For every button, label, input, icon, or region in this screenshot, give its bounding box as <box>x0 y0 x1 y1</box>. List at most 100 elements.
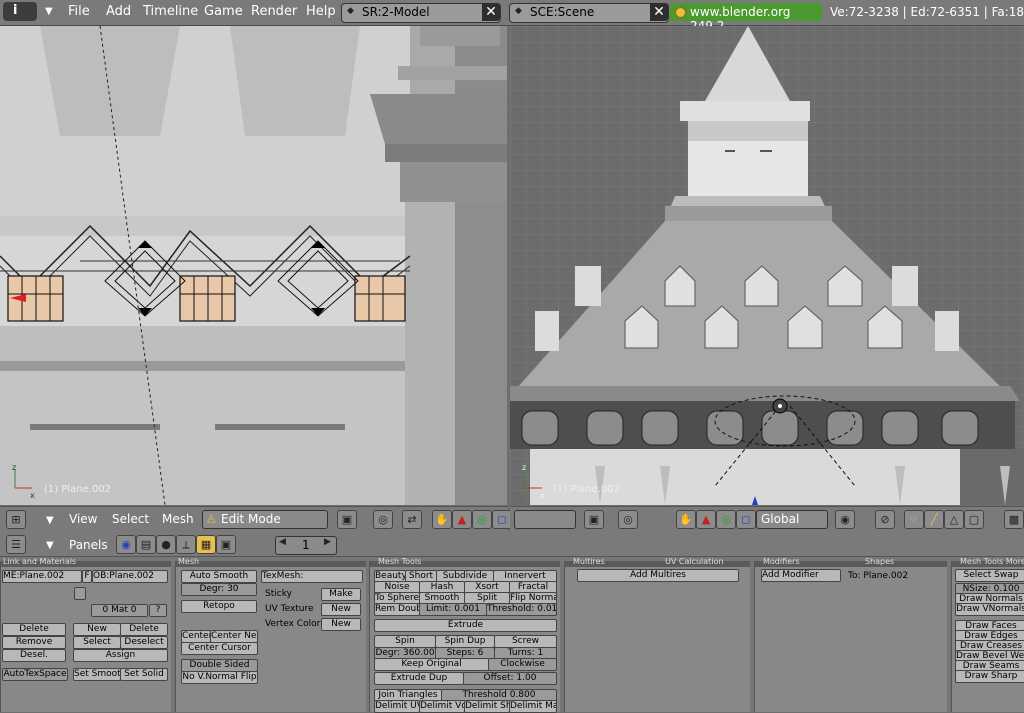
scene-selector[interactable]: ◆ SCE:Scene ✕ <box>509 3 669 23</box>
select-swap-button[interactable]: Select Swap <box>955 569 1024 582</box>
draw-sharp-toggle[interactable]: Draw Sharp <box>955 670 1024 683</box>
vertex-color-label: Vertex Color <box>265 619 321 629</box>
sticky-make-button[interactable]: Make <box>321 588 361 601</box>
object-context-icon[interactable]: ⟂ <box>176 535 196 554</box>
collapse-header-icon[interactable]: ▼ <box>46 515 54 526</box>
delimit-sha-toggle[interactable]: Delimit Sha <box>464 700 510 713</box>
vgroup-remove-button[interactable]: Remove <box>2 636 66 649</box>
menu-game[interactable]: Game <box>204 4 243 19</box>
autotexspace-toggle[interactable]: AutoTexSpace <box>2 668 68 681</box>
offset-field[interactable]: Offset: 1.00 <box>463 672 557 685</box>
menu-panels[interactable]: Panels <box>69 538 108 552</box>
menu-help[interactable]: Help <box>306 4 336 19</box>
fake-user-toggle[interactable]: F <box>82 570 92 583</box>
material-delete-button[interactable]: Delete <box>120 623 168 636</box>
collapse-menu-icon[interactable]: ▼ <box>45 6 53 17</box>
manipulator-icon[interactable]: ⇄ <box>402 510 422 529</box>
rem-doubles-button[interactable]: Rem Doubl <box>374 603 420 616</box>
vgroup-delete-button[interactable]: Delete <box>2 623 66 636</box>
object-name-field[interactable]: OB:Plane.002 <box>92 570 168 583</box>
no-vnormal-flip-toggle[interactable]: No V.Normal Flip <box>181 671 258 684</box>
texmesh-field[interactable]: TexMesh: <box>261 570 363 583</box>
proportional-edit-icon[interactable]: ◉ <box>835 510 855 529</box>
scene-context-icon[interactable]: ▣ <box>216 535 236 554</box>
delimit-ma-toggle[interactable]: Delimit Ma <box>509 700 557 713</box>
auto-smooth-toggle[interactable]: Auto Smooth <box>181 570 257 583</box>
delimit-uv-toggle[interactable]: Delimit UV <box>374 700 420 713</box>
view-dropdown[interactable] <box>514 510 576 529</box>
menu-render[interactable]: Render <box>251 4 297 19</box>
screen-selector[interactable]: ◆ SR:2-Model ✕ <box>341 3 501 23</box>
svg-text:z: z <box>12 463 16 472</box>
occlude-icon[interactable]: ▢ <box>964 510 984 529</box>
translate-widget-icon[interactable]: ◎ <box>472 510 492 529</box>
buttons-window-type-icon[interactable]: ☰ <box>6 535 26 554</box>
material-deselect-button[interactable]: Deselect <box>120 636 168 649</box>
material-new-button[interactable]: New <box>73 623 121 636</box>
rotate-widget-icon[interactable]: ▲ <box>696 510 716 529</box>
pivot-icon[interactable]: ◎ <box>618 510 638 529</box>
mode-selector[interactable]: ◬ Edit Mode <box>202 510 328 529</box>
edit-mode-icon: ◬ <box>207 511 216 524</box>
set-smooth-button[interactable]: Set Smoot <box>73 668 121 681</box>
menu-select[interactable]: Select <box>112 512 149 526</box>
buttons-header: ☰ ▼ Panels ◉ ▤ ● ⟂ ▦ ▣ ◀ 1 ▶ <box>0 531 1024 557</box>
hand-icon[interactable]: ✋ <box>676 510 696 529</box>
snap-icon[interactable]: ⊘ <box>875 510 895 529</box>
editing-context-icon[interactable]: ▦ <box>196 535 216 554</box>
logic-context-icon[interactable]: ◉ <box>116 535 136 554</box>
center-cursor-button[interactable]: Center Cursor <box>181 642 258 655</box>
left-viewport-scene: z x <box>0 26 507 505</box>
close-scene-icon[interactable]: ✕ <box>650 3 668 21</box>
menu-add[interactable]: Add <box>106 4 131 19</box>
shading-context-icon[interactable]: ● <box>156 535 176 554</box>
vgroup-deselect-button[interactable]: Desel. <box>2 649 66 662</box>
menu-view[interactable]: View <box>69 512 97 526</box>
vertex-select-icon[interactable]: ⁘ <box>904 510 924 529</box>
view3d-window-type-icon[interactable]: ⊞ <box>6 510 26 529</box>
extrude-button[interactable]: Extrude <box>374 619 557 632</box>
delimit-vco-toggle[interactable]: Delimit Vco <box>419 700 465 713</box>
menu-file[interactable]: File <box>68 4 90 19</box>
draw-type-icon[interactable]: ▣ <box>584 510 604 529</box>
hand-icon[interactable]: ✋ <box>432 510 452 529</box>
material-index[interactable]: 0 Mat 0 <box>91 604 148 617</box>
pivot-icon[interactable]: ◎ <box>373 510 393 529</box>
render-preview-icon[interactable]: ▩ <box>1004 510 1024 529</box>
extrude-dup-button[interactable]: Extrude Dup <box>374 672 464 685</box>
add-multires-button[interactable]: Add Multires <box>577 569 739 582</box>
face-select-icon[interactable]: △ <box>944 510 964 529</box>
material-assign-button[interactable]: Assign <box>73 649 168 662</box>
material-select-button[interactable]: Select <box>73 636 121 649</box>
color-swatch[interactable] <box>74 587 86 600</box>
vertex-color-new-button[interactable]: New <box>321 618 361 631</box>
limit-field[interactable]: Limit: 0.001 <box>419 603 487 616</box>
rotate-widget-icon[interactable]: ▲ <box>452 510 472 529</box>
edge-select-icon[interactable]: ╱ <box>924 510 944 529</box>
scale-widget-icon[interactable]: ◻ <box>492 510 512 529</box>
add-modifier-dropdown[interactable]: Add Modifier <box>761 569 841 582</box>
clockwise-toggle[interactable]: Clockwise <box>488 658 557 671</box>
menu-timeline[interactable]: Timeline <box>143 4 198 19</box>
close-screen-icon[interactable]: ✕ <box>482 3 500 21</box>
orientation-selector[interactable]: Global <box>756 510 828 529</box>
keep-original-toggle[interactable]: Keep Original <box>374 658 489 671</box>
script-context-icon[interactable]: ▤ <box>136 535 156 554</box>
auto-smooth-degree[interactable]: Degr: 30 <box>181 583 257 596</box>
left-3d-viewport[interactable]: z x (1) Plane.002 <box>0 26 507 505</box>
retopo-toggle[interactable]: Retopo <box>181 600 257 613</box>
uv-texture-new-button[interactable]: New <box>321 603 361 616</box>
mesh-name-field[interactable]: ME:Plane.002 <box>2 570 82 583</box>
collapse-header-icon[interactable]: ▼ <box>46 540 54 551</box>
draw-type-icon[interactable]: ▣ <box>337 510 357 529</box>
translate-widget-icon[interactable]: ◎ <box>716 510 736 529</box>
menu-mesh[interactable]: Mesh <box>162 512 194 526</box>
material-help[interactable]: ? <box>149 604 167 617</box>
threshold-field[interactable]: Threshold: 0.010 <box>486 603 557 616</box>
set-solid-button[interactable]: Set Solid <box>120 668 168 681</box>
draw-vnormals-toggle[interactable]: Draw VNormals <box>955 603 1024 616</box>
frame-counter[interactable]: ◀ 1 ▶ <box>275 536 337 555</box>
scale-widget-icon[interactable]: ◻ <box>736 510 756 529</box>
right-3d-viewport[interactable]: z x (1) Plane.002 <box>510 26 1024 505</box>
info-window-icon[interactable]: i <box>3 2 37 21</box>
